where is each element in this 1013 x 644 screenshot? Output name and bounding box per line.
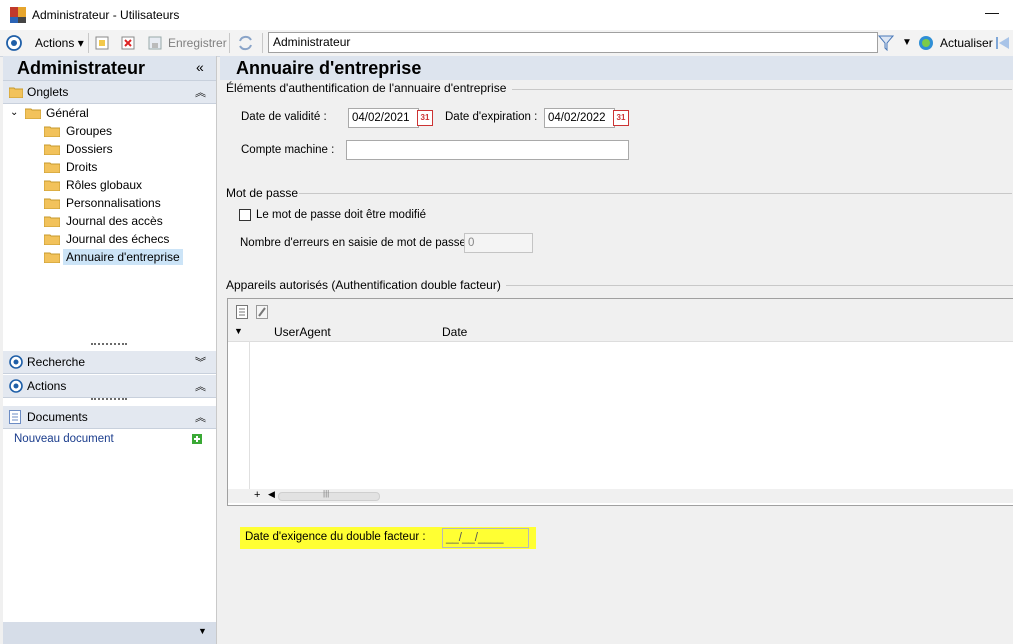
grid-edit-icon[interactable] xyxy=(256,305,268,319)
chevron-down-icon[interactable]: ︾ xyxy=(195,354,206,370)
validity-date-label: Date de validité : xyxy=(241,111,327,123)
folder-icon xyxy=(44,198,60,209)
splitter-grip[interactable] xyxy=(91,343,127,348)
folder-icon xyxy=(9,87,23,98)
onglets-label: Onglets xyxy=(27,85,69,99)
calendar-icon[interactable]: 31 xyxy=(613,110,629,126)
main-content: Annuaire d'entreprise Éléments d'authent… xyxy=(220,56,1013,644)
app-icon xyxy=(10,7,26,23)
window-title: Administrateur - Utilisateurs xyxy=(32,8,180,22)
must-change-label: Le mot de passe doit être modifié xyxy=(256,209,427,221)
grid-column-header[interactable]: UserAgent xyxy=(274,325,331,339)
sync-icon[interactable] xyxy=(237,35,254,51)
tree-item[interactable]: Dossiers xyxy=(63,141,116,157)
folder-icon xyxy=(44,162,60,173)
filter-icon[interactable] xyxy=(878,35,894,51)
error-count-label: Nombre d'erreurs en saisie de mot de pas… xyxy=(240,237,473,249)
calendar-icon[interactable]: 31 xyxy=(417,110,433,126)
footer-dropdown-icon[interactable]: ▼ xyxy=(198,626,207,636)
devices-grid: ▼ UserAgent Date + ◀ ||| xyxy=(227,298,1013,506)
folder-icon xyxy=(44,180,60,191)
recherche-header[interactable]: Recherche ︾ xyxy=(3,351,216,374)
tree-item[interactable]: Journal des accès xyxy=(63,213,166,229)
expiration-date-input[interactable]: 04/02/2022 xyxy=(544,108,615,128)
folder-icon xyxy=(44,216,60,227)
refresh-button[interactable]: Actualiser xyxy=(940,34,993,52)
scroll-left-icon[interactable]: ◀ xyxy=(268,489,275,500)
left-panel-header: Administrateur « xyxy=(3,56,216,81)
tree-expand-icon[interactable]: ⌄ xyxy=(10,105,18,121)
horizontal-scrollbar[interactable]: ||| xyxy=(278,489,380,501)
chevron-up-icon[interactable]: ︽ xyxy=(195,409,206,425)
chevron-up-icon[interactable]: ︽ xyxy=(195,378,206,394)
grid-column-header[interactable]: Date xyxy=(442,325,467,339)
tree-root-general[interactable]: Général xyxy=(46,105,89,121)
left-panel: Administrateur « Onglets ︽ ⌄ Général Gro… xyxy=(3,56,217,644)
auth-group-title: Éléments d'authentification de l'annuair… xyxy=(226,81,507,95)
chevron-up-icon[interactable]: ︽ xyxy=(195,84,206,100)
two-factor-date-label: Date d'exigence du double facteur : xyxy=(245,531,426,543)
machine-account-label: Compte machine : xyxy=(241,144,335,156)
toolbar: Actions ▾ Enregistrer Administrateur ▼ A… xyxy=(0,30,1013,57)
folder-icon xyxy=(44,144,60,155)
actions-header[interactable]: Actions ︽ xyxy=(3,375,216,398)
collapse-panel-icon[interactable]: « xyxy=(196,59,204,75)
new-record-icon[interactable] xyxy=(95,36,109,50)
save-button[interactable]: Enregistrer xyxy=(168,34,227,52)
filter-dropdown-icon[interactable]: ▼ xyxy=(902,34,912,52)
delete-icon[interactable] xyxy=(121,36,135,50)
tree-item[interactable]: Journal des échecs xyxy=(63,231,172,247)
tree-item[interactable]: Annuaire d'entreprise xyxy=(63,249,183,265)
recherche-label: Recherche xyxy=(27,355,86,369)
grid-add-icon[interactable] xyxy=(236,305,248,319)
grid-header-row: ▼ UserAgent Date xyxy=(228,323,1013,342)
folder-icon xyxy=(44,234,60,245)
documents-header[interactable]: Documents ︽ xyxy=(3,406,216,429)
splitter-grip[interactable] xyxy=(91,398,127,403)
actions-icon xyxy=(6,35,22,51)
two-factor-date-input[interactable]: __/__/____ xyxy=(442,528,529,548)
tree-item[interactable]: Groupes xyxy=(63,123,115,139)
validity-date-input[interactable]: 04/02/2021 xyxy=(348,108,419,128)
refresh-icon xyxy=(919,36,933,50)
left-panel-footer: ▼ xyxy=(3,622,216,644)
must-change-checkbox[interactable] xyxy=(239,209,251,221)
machine-account-input[interactable] xyxy=(346,140,629,160)
tree-item[interactable]: Personnalisations xyxy=(63,195,164,211)
actions-menu-button[interactable]: Actions ▾ xyxy=(35,34,84,52)
main-header: Annuaire d'entreprise xyxy=(220,56,1013,80)
folder-icon xyxy=(25,108,41,119)
add-document-icon[interactable] xyxy=(192,434,202,444)
search-input[interactable]: Administrateur xyxy=(268,32,878,53)
save-icon xyxy=(148,36,162,50)
tree-item[interactable]: Rôles globaux xyxy=(63,177,145,193)
new-document-link[interactable]: Nouveau document xyxy=(14,433,114,445)
tree-item[interactable]: Droits xyxy=(63,159,100,175)
grid-column-chooser-icon[interactable]: ▼ xyxy=(234,326,243,336)
password-group-title: Mot de passe xyxy=(226,186,299,200)
grid-footer: + ◀ ||| xyxy=(228,489,1013,503)
grid-toolbar xyxy=(228,299,1013,323)
first-record-icon[interactable] xyxy=(995,35,1011,51)
search-section-icon xyxy=(9,355,23,369)
expiration-date-label: Date d'expiration : xyxy=(445,111,538,123)
folder-icon xyxy=(44,126,60,137)
onglets-header[interactable]: Onglets ︽ xyxy=(3,81,216,104)
left-panel-title: Administrateur xyxy=(17,58,146,78)
minimize-button[interactable]: — xyxy=(982,4,1002,24)
actions-section-icon xyxy=(9,379,23,393)
folder-open-icon xyxy=(44,252,60,263)
actions-section-label: Actions xyxy=(27,379,67,393)
document-icon xyxy=(9,410,21,424)
page-title: Annuaire d'entreprise xyxy=(236,58,422,78)
grid-expand-icon[interactable]: + xyxy=(254,489,260,501)
error-count-input: 0 xyxy=(464,233,533,253)
title-bar: Administrateur - Utilisateurs — xyxy=(0,0,1013,30)
devices-group-title: Appareils autorisés (Authentification do… xyxy=(226,278,501,292)
documents-label: Documents xyxy=(27,410,88,424)
